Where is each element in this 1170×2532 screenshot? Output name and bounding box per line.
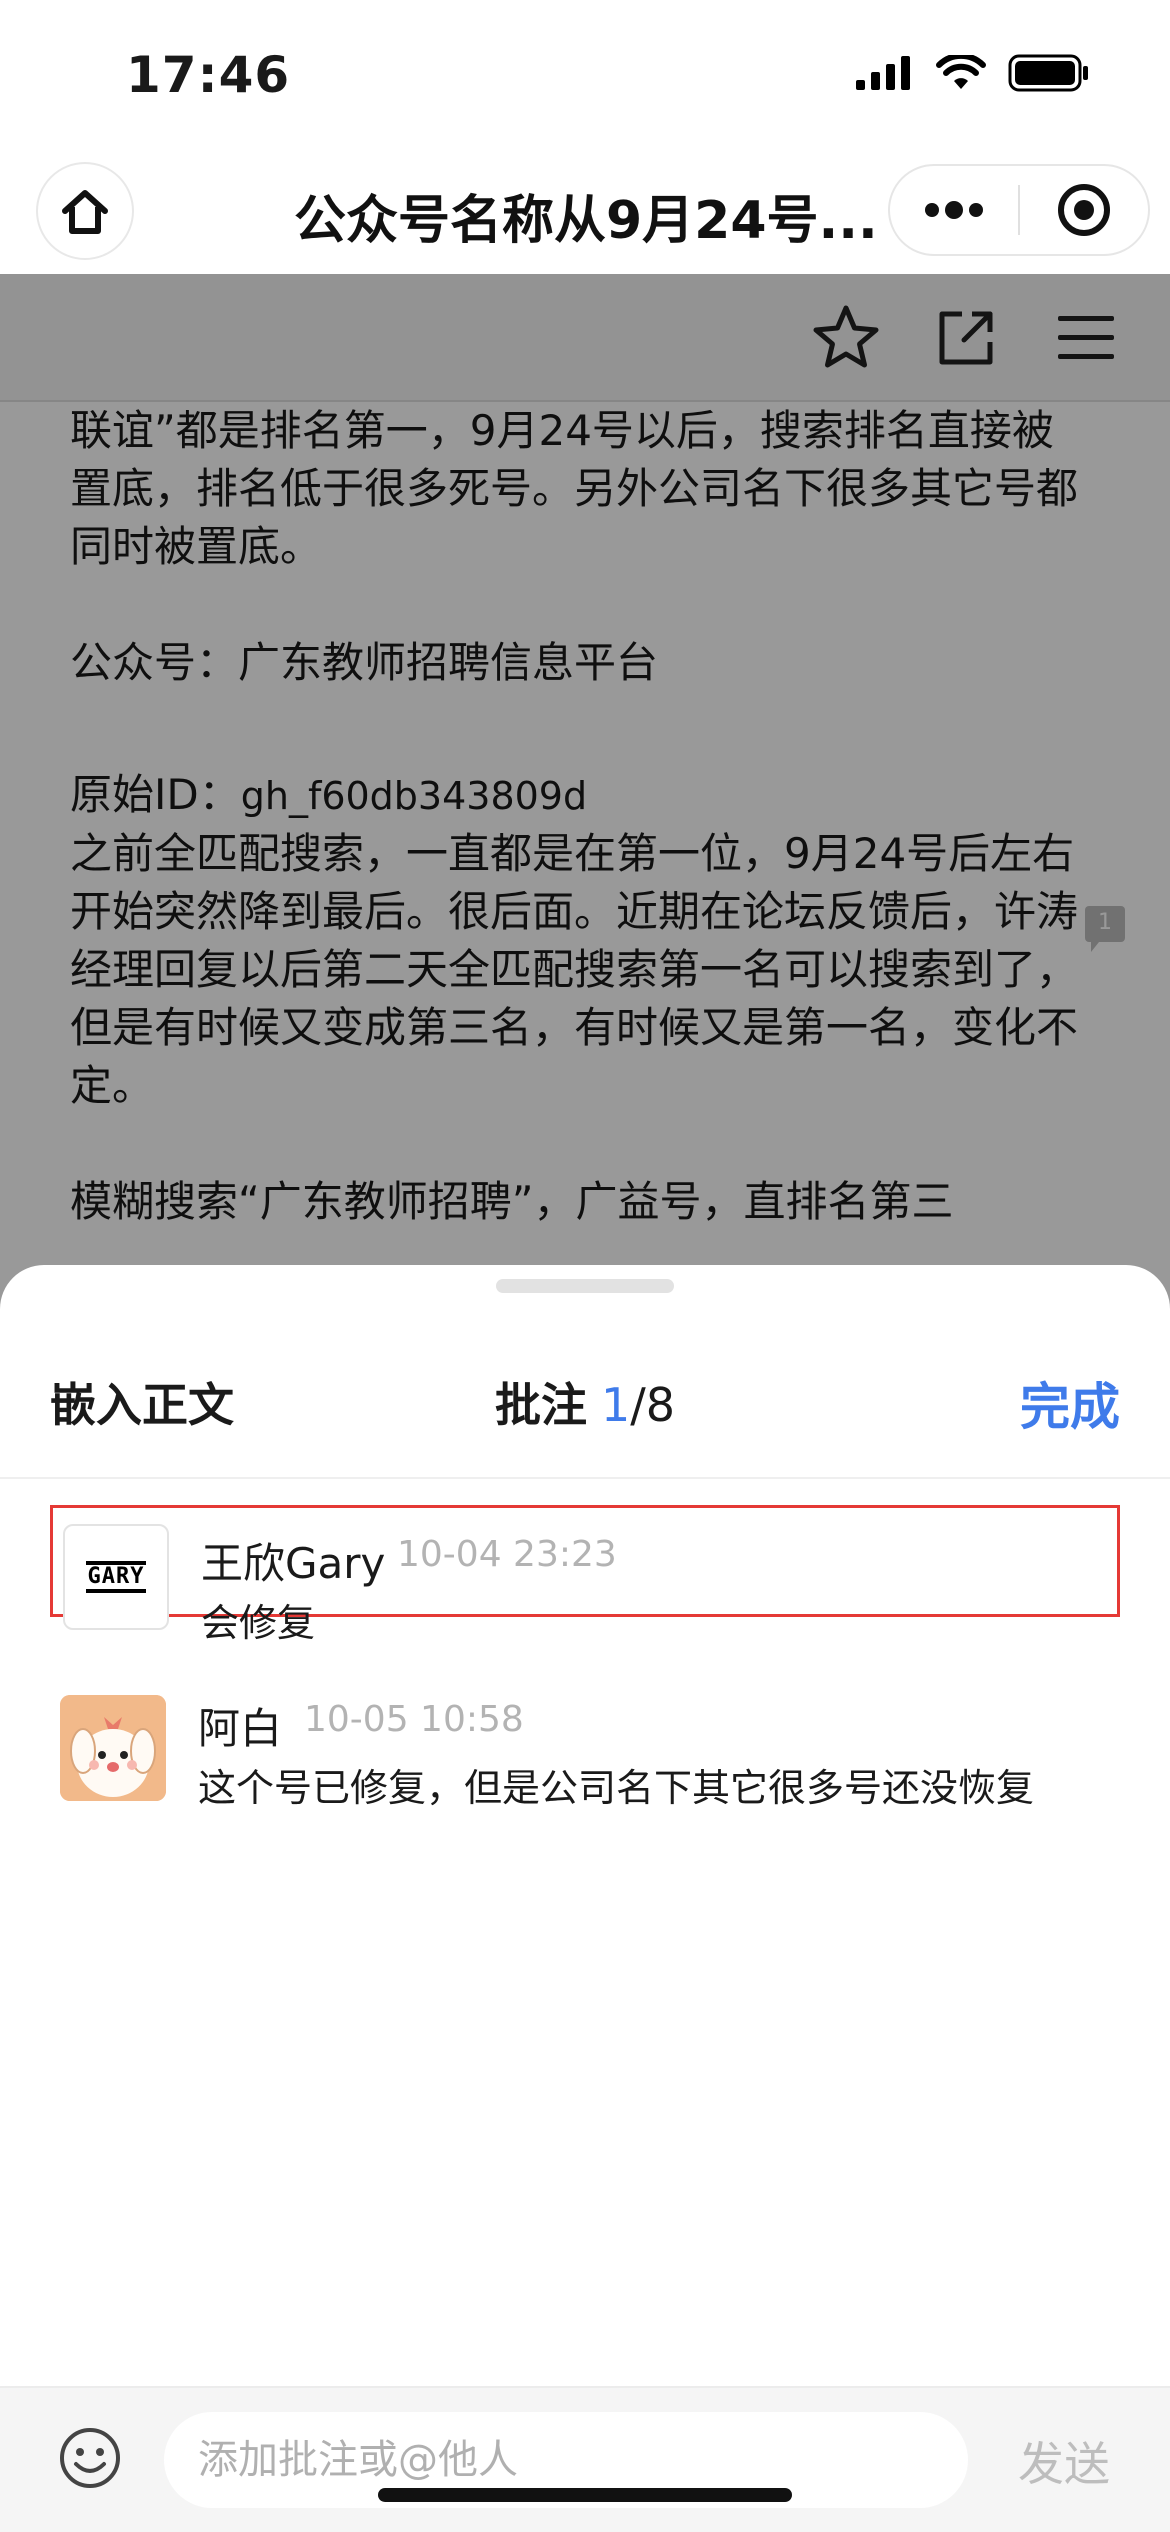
more-button[interactable] bbox=[890, 166, 1018, 254]
status-time: 17:46 bbox=[126, 46, 291, 104]
home-button[interactable] bbox=[36, 162, 134, 260]
emoji-icon[interactable] bbox=[58, 2426, 122, 2490]
comments-sheet: 嵌入正文 批注 1/8 完成 GARY 王欣Gary 10-04 23:23 会修… bbox=[0, 1265, 1170, 2532]
status-bar: 17:46 bbox=[0, 0, 1170, 150]
battery-icon bbox=[1008, 54, 1088, 92]
comment-item[interactable]: GARY 王欣Gary 10-04 23:23 会修复 bbox=[50, 1505, 1120, 1645]
sheet-title: 批注 1/8 bbox=[0, 1369, 1170, 1435]
comment-author: 王欣Gary bbox=[201, 1539, 386, 1588]
comment-text: 这个号已修复，但是公司名下其它很多号还没恢复 bbox=[198, 1766, 1035, 1810]
more-dots-icon bbox=[925, 201, 983, 219]
comment-input-bar: 发送 bbox=[0, 2386, 1170, 2532]
capsule-menu bbox=[888, 164, 1150, 256]
home-icon bbox=[62, 190, 108, 234]
send-button[interactable]: 发送 bbox=[1018, 2428, 1110, 2494]
total-comment-count: /8 bbox=[630, 1378, 676, 1432]
current-comment-index: 1 bbox=[600, 1378, 631, 1432]
comment-item[interactable]: 阿白 10-05 10:58 这个号已修复，但是公司名下其它很多号还没恢复 bbox=[50, 1695, 1120, 1810]
comment-text: 会修复 bbox=[201, 1601, 316, 1645]
target-circle-icon bbox=[1057, 184, 1110, 236]
page-title: 公众号名称从9月24号... bbox=[294, 191, 878, 251]
dim-overlay[interactable] bbox=[0, 274, 1170, 1334]
close-miniprogram-button[interactable] bbox=[1020, 166, 1148, 254]
sheet-header: 嵌入正文 批注 1/8 完成 bbox=[0, 1295, 1170, 1479]
avatar[interactable]: GARY bbox=[63, 1524, 169, 1630]
comment-author: 阿白 bbox=[198, 1704, 283, 1753]
comment-time: 10-04 23:23 bbox=[397, 1534, 617, 1575]
puppy-avatar-icon bbox=[60, 1695, 166, 1801]
home-indicator[interactable] bbox=[378, 2488, 792, 2502]
cellular-signal-icon bbox=[856, 56, 910, 90]
gary-logo: GARY bbox=[85, 1561, 147, 1593]
comments-label: 批注 bbox=[494, 1378, 587, 1432]
done-button[interactable]: 完成 bbox=[1020, 1367, 1120, 1439]
status-icons bbox=[854, 54, 1090, 92]
sheet-grabber[interactable] bbox=[496, 1279, 674, 1293]
avatar[interactable] bbox=[60, 1695, 166, 1801]
comment-time: 10-05 10:58 bbox=[304, 1699, 524, 1740]
wifi-icon bbox=[936, 55, 986, 89]
mini-program-nav-bar: 公众号名称从9月24号... bbox=[0, 150, 1170, 274]
